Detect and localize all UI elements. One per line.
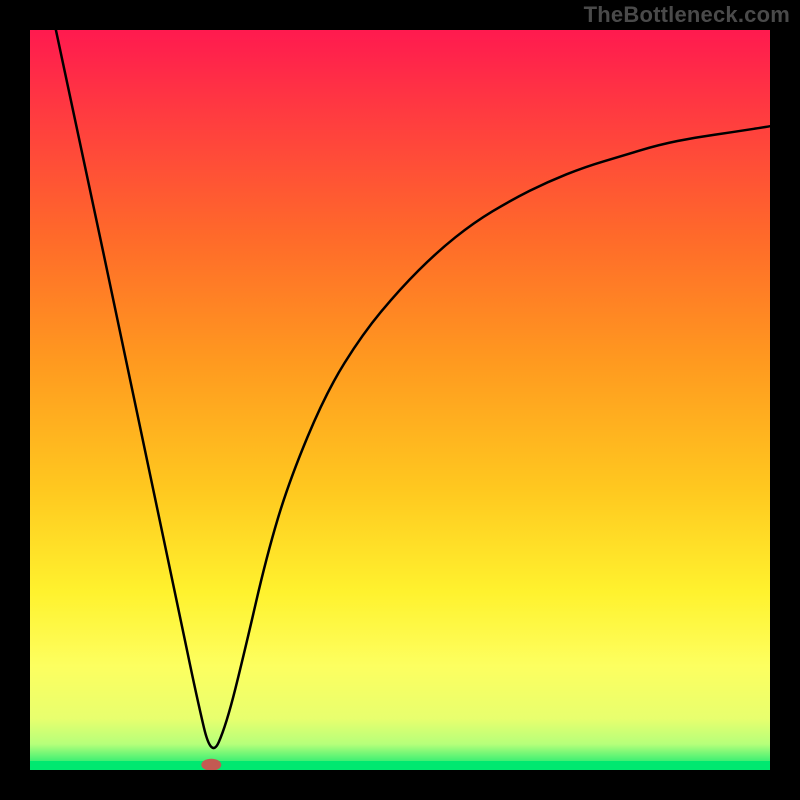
green-baseline-band bbox=[30, 761, 770, 770]
chart-frame: TheBottleneck.com bbox=[0, 0, 800, 800]
chart-svg bbox=[30, 30, 770, 770]
gradient-background bbox=[30, 30, 770, 770]
plot-area bbox=[30, 30, 770, 770]
watermark-text: TheBottleneck.com bbox=[584, 2, 790, 28]
